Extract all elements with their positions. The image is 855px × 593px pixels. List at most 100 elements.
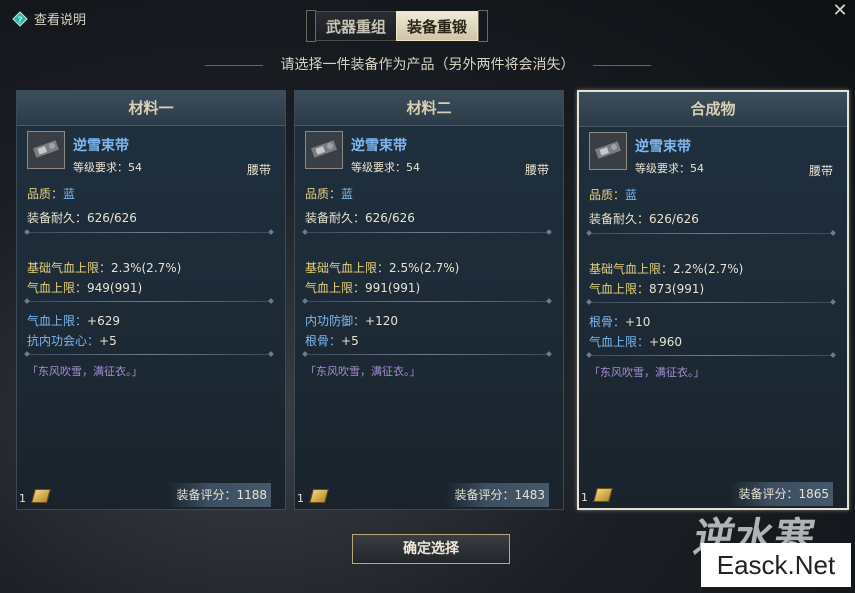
instruction-text: 请选择一件装备作为产品（另外两件将会消失） — [280, 57, 575, 73]
score-label: 装备评分： — [454, 488, 515, 502]
quality: 品质：蓝 — [589, 186, 637, 203]
stat-label: 抗内功会心： — [27, 334, 100, 348]
level-value: 54 — [690, 162, 704, 175]
card-result[interactable]: 合成物 逆雪束带 等级要求：54 腰带 品质：蓝 装备耐久：626/626 基础… — [577, 90, 849, 510]
quality-label: 品质： — [589, 188, 626, 202]
durability-value: 626/626 — [87, 211, 137, 225]
svg-text:?: ? — [18, 16, 23, 26]
gold-token-icon — [309, 489, 329, 503]
stat-label: 气血上限： — [305, 281, 366, 295]
quality-value: 蓝 — [341, 187, 354, 201]
durability: 装备耐久：626/626 — [589, 210, 699, 227]
stat-label: 基础气血上限： — [589, 262, 674, 276]
item-name: 逆雪束带 — [351, 138, 407, 154]
help-label: 查看说明 — [34, 13, 87, 28]
card-title: 材料二 — [295, 91, 563, 126]
level-label: 等级要求： — [351, 161, 406, 174]
card-material-two[interactable]: 材料二 逆雪束带 等级要求：54 腰带 品质：蓝 装备耐久：626/626 基础… — [294, 90, 564, 510]
divider — [305, 232, 549, 233]
stat-label: 根骨： — [305, 334, 342, 348]
equipment-score: 装备评分：1483 — [445, 483, 549, 507]
score-label: 装备评分： — [176, 488, 237, 502]
extra-stat: 内功防御：+120 — [305, 312, 398, 329]
belt-icon[interactable] — [27, 131, 65, 169]
stat-label: 内功防御： — [305, 314, 366, 328]
base-stat: 气血上限：991(991) — [305, 279, 420, 296]
quality: 品质：蓝 — [305, 185, 353, 202]
item-name: 逆雪束带 — [73, 138, 129, 154]
level-value: 54 — [128, 161, 142, 174]
tab-bar: 武器重组 装备重锻 — [306, 10, 489, 42]
level-requirement: 等级要求：54 — [635, 160, 704, 176]
help-button[interactable]: ? 查看说明 — [12, 9, 86, 28]
level-value: 54 — [406, 161, 420, 174]
score-value: 1483 — [514, 488, 545, 502]
card-title: 材料一 — [17, 91, 285, 126]
tab-equipment-reforge[interactable]: 装备重锻 — [396, 11, 479, 41]
quality: 品质：蓝 — [27, 185, 75, 202]
divider — [27, 354, 271, 355]
gold-token-icon — [593, 488, 613, 502]
flavor-text: 「东风吹雪，满征衣。」 — [27, 365, 143, 378]
stat-value: 2.5%(2.7%) — [389, 261, 460, 275]
equipment-score: 装备评分：1188 — [167, 483, 271, 507]
stat-value: +960 — [649, 335, 682, 349]
base-stat: 气血上限：949(991) — [27, 279, 142, 296]
base-stat: 基础气血上限：2.5%(2.7%) — [305, 259, 459, 276]
stat-label: 气血上限： — [27, 314, 88, 328]
stat-label: 气血上限： — [589, 282, 650, 296]
belt-icon[interactable] — [589, 132, 627, 170]
equipment-score: 装备评分：1865 — [729, 482, 833, 506]
level-label: 等级要求： — [635, 162, 690, 175]
base-stat: 基础气血上限：2.2%(2.7%) — [589, 260, 743, 277]
divider — [589, 355, 833, 356]
extra-stat: 抗内功会心：+5 — [27, 332, 117, 349]
slot-type: 腰带 — [246, 163, 271, 177]
quality-value: 蓝 — [625, 188, 638, 202]
durability-label: 装备耐久： — [27, 211, 88, 225]
instruction: 请选择一件装备作为产品（另外两件将会消失） — [0, 54, 855, 74]
quality-label: 品质： — [27, 187, 64, 201]
stat-value: 2.2%(2.7%) — [673, 262, 744, 276]
item-count: 1 — [581, 491, 588, 504]
item-name: 逆雪束带 — [635, 139, 691, 155]
score-label: 装备评分： — [738, 487, 799, 501]
watermark: Easck.Net — [701, 543, 851, 587]
durability-value: 626/626 — [365, 211, 415, 225]
close-icon[interactable]: ✕ — [831, 2, 849, 20]
stat-value: 2.3%(2.7%) — [111, 261, 182, 275]
stat-label: 气血上限： — [27, 281, 88, 295]
stat-value: +120 — [365, 314, 398, 328]
divider — [589, 302, 833, 303]
level-requirement: 等级要求：54 — [73, 159, 142, 175]
level-label: 等级要求： — [73, 161, 128, 174]
item-count: 1 — [19, 492, 26, 505]
divider — [204, 64, 263, 66]
level-requirement: 等级要求：54 — [351, 159, 420, 175]
flavor-text: 「东风吹雪，满征衣。」 — [305, 365, 421, 378]
score-value: 1865 — [798, 487, 829, 501]
base-stat: 基础气血上限：2.3%(2.7%) — [27, 259, 181, 276]
durability: 装备耐久：626/626 — [305, 209, 415, 226]
tab-weapon-recombine[interactable]: 武器重组 — [316, 11, 397, 41]
card-material-one[interactable]: 材料一 逆雪束带 等级要求：54 腰带 品质：蓝 装备耐久：626/626 基础… — [16, 90, 286, 510]
stat-value: 949(991) — [87, 281, 143, 295]
flavor-text: 「东风吹雪，满征衣。」 — [589, 366, 705, 379]
belt-icon[interactable] — [305, 131, 343, 169]
divider — [592, 64, 651, 66]
stat-label: 气血上限： — [589, 335, 650, 349]
tab-decoration-right — [478, 10, 489, 42]
durability-label: 装备耐久： — [589, 212, 650, 226]
extra-stat: 根骨：+10 — [589, 313, 650, 330]
confirm-button[interactable]: 确定选择 — [352, 534, 510, 564]
score-value: 1188 — [236, 488, 267, 502]
stat-value: 991(991) — [365, 281, 421, 295]
durability-label: 装备耐久： — [305, 211, 366, 225]
slot-type: 腰带 — [524, 163, 549, 177]
quality-label: 品质： — [305, 187, 342, 201]
tab-decoration-left — [306, 10, 316, 42]
stat-value: 873(991) — [649, 282, 705, 296]
gold-token-icon — [31, 489, 51, 503]
stat-value: +629 — [87, 314, 120, 328]
gem-icon: ? — [12, 10, 28, 27]
